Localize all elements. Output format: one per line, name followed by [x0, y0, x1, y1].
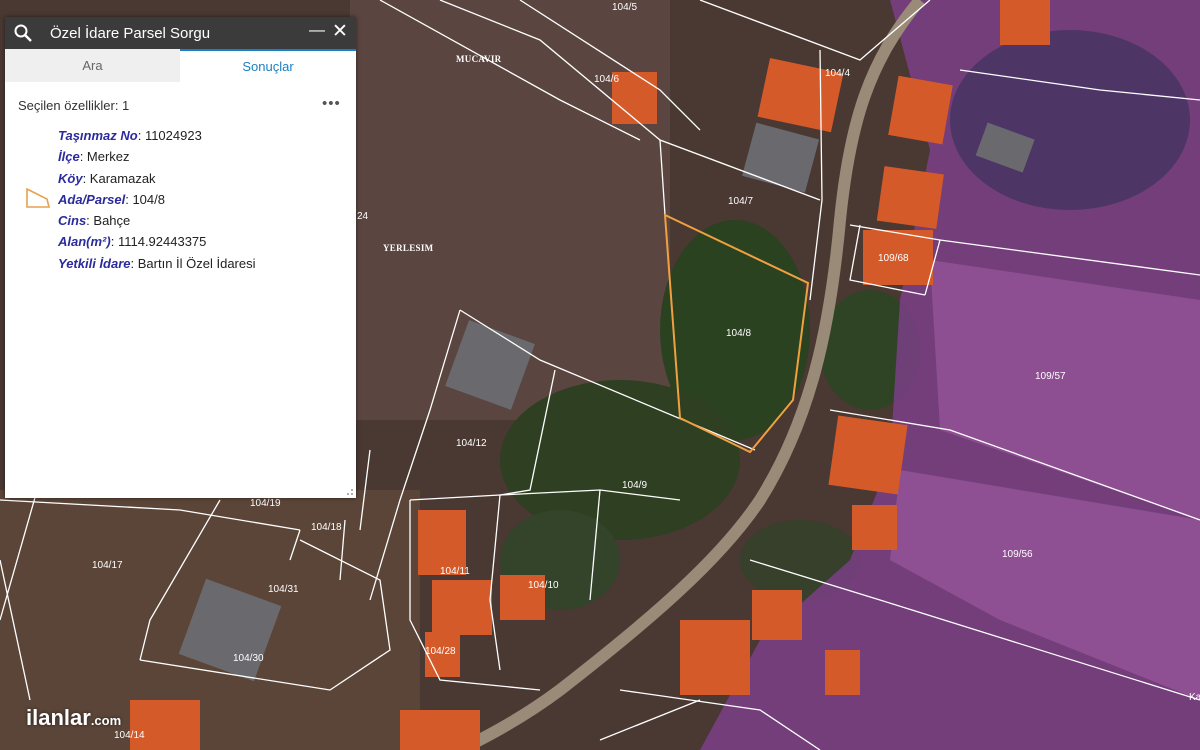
panel-header: Özel İdare Parsel Sorgu — ✕	[5, 17, 356, 49]
place-label-mucavir: MUCAVIR	[456, 54, 502, 64]
attr-value: Bahçe	[93, 213, 131, 229]
selected-count: Seçilen özellikler: 1	[18, 98, 130, 113]
attr-key: Köy	[58, 170, 83, 186]
watermark-main: ilanlar	[26, 705, 91, 730]
attr-row: Alan(m²): 1114.92443375	[58, 234, 207, 250]
attr-value: 1114.92443375	[117, 234, 207, 250]
resize-handle-icon[interactable]	[346, 488, 354, 496]
search-icon	[14, 24, 32, 42]
attr-row: İlçe: Merkez	[58, 149, 130, 165]
parcel-label: 104/9	[622, 480, 647, 491]
tab-ara[interactable]: Ara	[5, 49, 180, 82]
attr-key: Ada/Parsel	[58, 191, 126, 207]
watermark-suffix: .com	[90, 713, 122, 728]
attr-key: Alan(m²)	[58, 234, 111, 250]
attr-value: Karamazak	[89, 170, 156, 186]
parcel-label: 109/56	[1002, 549, 1033, 560]
parcel-label: 104/31	[268, 584, 299, 595]
attr-row: Taşınmaz No: 11024923	[58, 128, 202, 143]
close-button[interactable]: ✕	[332, 20, 348, 43]
attr-row: Köy: Karamazak	[58, 170, 156, 186]
parcel-label: 24	[357, 211, 369, 222]
attr-value: Merkez	[86, 149, 130, 165]
more-options-button[interactable]: •••	[322, 95, 341, 112]
parcel-label: 104/5	[612, 2, 637, 13]
panel-tabs: Ara Sonuçlar	[5, 49, 356, 83]
parcel-label: 104/11	[440, 566, 470, 577]
watermark: ilanlar.com	[26, 705, 121, 731]
parcel-label-highlighted: 104/8	[726, 328, 751, 339]
parcel-label: Ka	[1189, 692, 1200, 703]
parcel-polygon-icon[interactable]	[25, 187, 55, 209]
attr-row: Yetkili İdare: Bartın İl Özel İdaresi	[58, 255, 256, 271]
parcel-label: 109/68	[878, 253, 909, 264]
parcel-query-panel: Özel İdare Parsel Sorgu — ✕ Ara Sonuçlar…	[5, 17, 356, 498]
attr-row: Ada/Parsel: 104/8	[58, 191, 165, 207]
attr-key: Yetkili İdare	[58, 255, 131, 271]
parcel-label: 104/18	[311, 522, 342, 533]
panel-title: Özel İdare Parsel Sorgu	[50, 25, 211, 42]
attr-key: Cins	[58, 213, 87, 229]
parcel-label: 104/14	[114, 730, 145, 741]
minimize-button[interactable]: —	[309, 22, 325, 40]
parcel-label: 104/17	[92, 560, 123, 571]
parcel-label: 104/12	[456, 438, 487, 449]
parcel-label: 109/57	[1035, 371, 1066, 382]
parcel-label: 104/10	[528, 580, 559, 591]
parcel-label: 104/19	[250, 498, 281, 509]
attr-value: 104/8	[132, 191, 165, 207]
parcel-label: 104/6	[594, 74, 619, 85]
attr-row: Cins: Bahçe	[58, 213, 131, 229]
parcel-label: 104/28	[425, 646, 456, 657]
place-label-yerlesim: YERLESIM	[383, 243, 434, 253]
parcel-label: 104/4	[825, 68, 850, 79]
attr-value: Bartın İl Özel İdaresi	[137, 255, 256, 271]
attr-key: Taşınmaz No	[58, 128, 138, 143]
attr-value: 11024923	[144, 128, 202, 143]
parcel-label: 104/7	[728, 196, 753, 207]
parcel-label: 104/30	[233, 653, 264, 664]
attr-key: İlçe	[58, 149, 80, 165]
tab-sonuclar[interactable]: Sonuçlar	[180, 49, 356, 82]
attribute-list: Taşınmaz No: 11024923 İlçe: Merkez Köy: …	[58, 125, 256, 274]
